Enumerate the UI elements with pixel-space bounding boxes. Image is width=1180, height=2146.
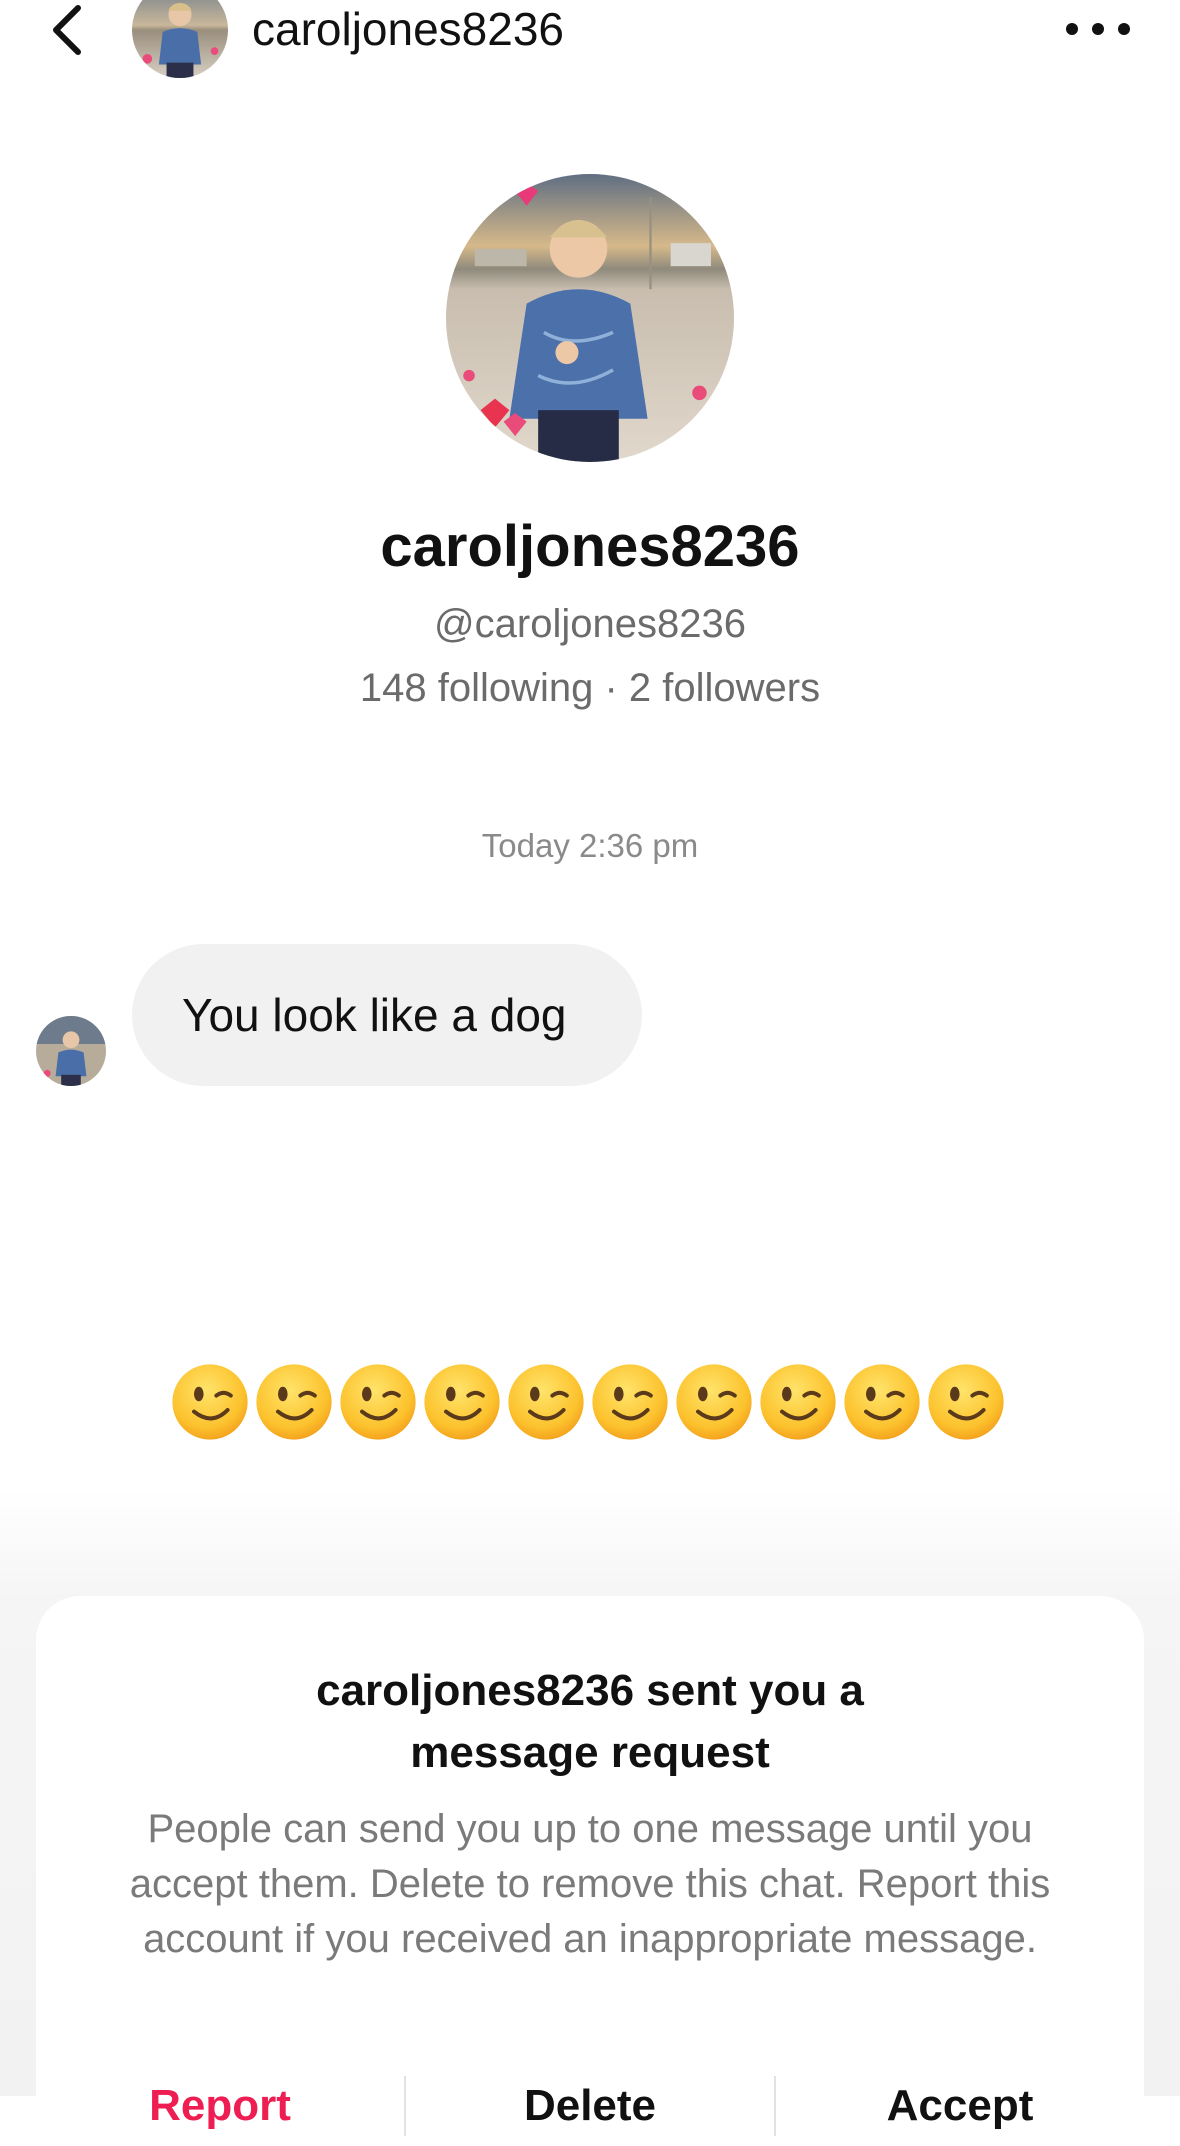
top-bar: caroljones8236: [0, 0, 1180, 80]
accept-button[interactable]: Accept: [776, 2066, 1144, 2146]
header-avatar[interactable]: [132, 0, 228, 78]
profile-display-name: caroljones8236: [380, 514, 800, 579]
request-title: caroljones8236 sent you a message reques…: [36, 1660, 1144, 1784]
wink-emoji-icon: [424, 1364, 500, 1440]
message-timestamp: Today 2:36 pm: [481, 827, 699, 864]
more-options-button[interactable]: [1066, 14, 1130, 44]
request-title-line-1: caroljones8236 sent you a: [316, 1666, 864, 1715]
wink-emoji-icon: [844, 1364, 920, 1440]
wink-emoji-icon: [256, 1364, 332, 1440]
wink-emoji-icon: [172, 1364, 248, 1440]
back-button[interactable]: [44, 0, 92, 60]
delete-button[interactable]: Delete: [406, 2066, 774, 2146]
wink-emoji-icon: [340, 1364, 416, 1440]
sender-avatar[interactable]: [36, 1016, 106, 1086]
back-icon: [53, 5, 81, 55]
wink-emoji-icon: [928, 1364, 1004, 1440]
profile-avatar[interactable]: [446, 174, 734, 462]
request-title-line-2: message request: [410, 1728, 770, 1777]
more-icon: [1066, 23, 1078, 35]
wink-emoji-icon: [676, 1364, 752, 1440]
message-text: You look like a dog: [182, 989, 567, 1041]
wink-emoji-icon: [508, 1364, 584, 1440]
message-request-card: caroljones8236 sent you a message reques…: [36, 1596, 1144, 2136]
header-username[interactable]: caroljones8236: [252, 0, 564, 58]
request-description: People can send you up to one message un…: [129, 1807, 1051, 1961]
profile-handle: @caroljones8236: [434, 602, 746, 646]
request-actions: Report Delete Accept: [36, 2066, 1144, 2146]
wink-emoji-icon: [592, 1364, 668, 1440]
wink-emoji-icon: [760, 1364, 836, 1440]
emoji-message[interactable]: [170, 1362, 1006, 1442]
profile-stats: 148 following · 2 followers: [359, 666, 821, 710]
report-button[interactable]: Report: [36, 2066, 404, 2146]
message-bubble[interactable]: You look like a dog: [132, 944, 642, 1086]
